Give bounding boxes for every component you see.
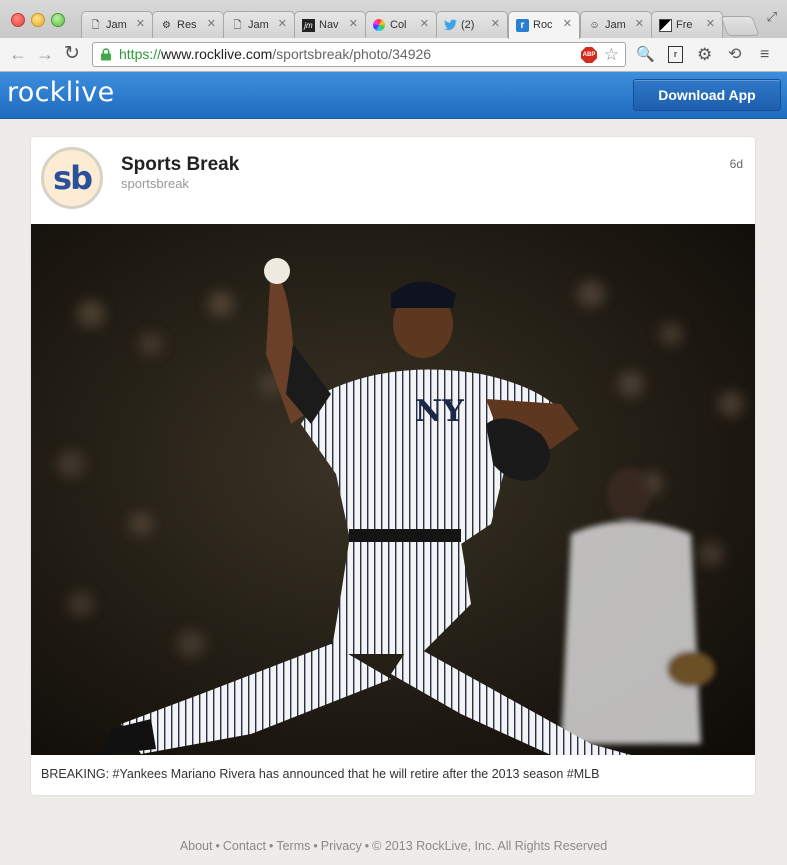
site-header: rocklive Download App: [0, 72, 787, 119]
tab-close-icon[interactable]: ✕: [278, 18, 287, 31]
browser-toolbar: ← → ↻ https://www.rocklive.com/sportsbre…: [0, 38, 787, 72]
browser-tab-active[interactable]: r Roc ✕: [508, 11, 580, 39]
rocklive-logo[interactable]: rocklive: [7, 77, 115, 108]
adblock-icon[interactable]: ABP: [581, 47, 597, 63]
browser-tab[interactable]: Col ✕: [365, 11, 437, 38]
tab-close-icon[interactable]: ✕: [635, 18, 644, 31]
footer-link-terms[interactable]: Terms: [276, 839, 310, 853]
zoom-window-button[interactable]: [51, 13, 65, 27]
twitter-bird-icon: [444, 19, 457, 32]
extension-film-icon[interactable]: r: [668, 46, 683, 63]
gear-icon: ⚙: [162, 20, 171, 31]
reload-icon[interactable]: ↻: [64, 44, 80, 63]
contrast-icon: [659, 19, 672, 32]
footer-link-contact[interactable]: Contact: [223, 839, 266, 853]
post-card: sb Sports Break sportsbreak 6d NY BREAKI…: [31, 137, 755, 795]
avatar[interactable]: sb: [41, 147, 103, 209]
browser-tab[interactable]: 🗋 Jam ✕: [223, 11, 295, 38]
browser-tab[interactable]: Fre ✕: [651, 11, 723, 38]
browser-tab[interactable]: ⚙ Res ✕: [152, 11, 224, 38]
poster-name[interactable]: Sports Break: [121, 154, 239, 176]
jm-icon: jm: [302, 19, 315, 32]
post-caption: BREAKING: #Yankees Mariano Rivera has an…: [41, 767, 600, 781]
tab-close-icon[interactable]: ✕: [207, 18, 216, 31]
page-icon: 🗋: [91, 20, 100, 31]
footer: About • Contact • Terms • Privacy • © 2013 RockL…: [179, 839, 608, 853]
sync-icon[interactable]: ⟲: [728, 46, 741, 63]
browser-tab[interactable]: (2) ✕: [436, 11, 508, 38]
close-window-button[interactable]: [11, 13, 25, 27]
browser-tab[interactable]: jm Nav ✕: [294, 11, 366, 38]
footer-link-privacy[interactable]: Privacy: [321, 839, 362, 853]
footer-copyright: © 2013 RockLive, Inc. All Rights Reserve…: [372, 839, 608, 853]
footer-link-about[interactable]: About: [180, 839, 213, 853]
tab-close-icon[interactable]: ✕: [563, 18, 572, 31]
tab-close-icon[interactable]: ✕: [706, 18, 715, 31]
lock-icon: [101, 48, 111, 61]
tab-close-icon[interactable]: ✕: [491, 18, 500, 31]
browser-tab[interactable]: ☺ Jam ✕: [580, 11, 652, 38]
post-photo[interactable]: NY: [31, 224, 755, 755]
rocklive-icon: r: [516, 19, 529, 32]
svg-text:NY: NY: [415, 394, 464, 429]
address-bar[interactable]: https://www.rocklive.com/sportsbreak/pho…: [92, 42, 626, 67]
download-app-button[interactable]: Download App: [633, 79, 781, 111]
forward-arrow-icon[interactable]: →: [36, 45, 54, 63]
smiley-icon: ☺: [589, 20, 600, 31]
back-arrow-icon[interactable]: ←: [9, 45, 27, 63]
fullscreen-icon[interactable]: ⤢: [767, 9, 777, 25]
tab-close-icon[interactable]: ✕: [420, 18, 429, 31]
tab-close-icon[interactable]: ✕: [136, 18, 145, 31]
browser-tab[interactable]: 🗋 Jam ✕: [81, 11, 153, 38]
tab-close-icon[interactable]: ✕: [349, 18, 358, 31]
new-tab-button[interactable]: [720, 16, 760, 36]
bookmark-star-icon[interactable]: ☆: [604, 43, 619, 66]
color-wheel-icon: [373, 19, 385, 31]
address-url: https://www.rocklive.com/sportsbreak/pho…: [119, 46, 432, 62]
poster-handle[interactable]: sportsbreak: [121, 176, 189, 191]
extension-icon[interactable]: 🔍: [636, 46, 655, 63]
minimize-window-button[interactable]: [31, 13, 45, 27]
avatar-text: sb: [53, 159, 93, 197]
post-age: 6d: [729, 157, 743, 171]
page-icon: 🗋: [233, 20, 242, 31]
browser-titlebar: 🗋 Jam ✕ ⚙ Res ✕ 🗋 Jam ✕ jm Nav ✕ Col ✕ (…: [0, 0, 787, 39]
menu-icon[interactable]: ≡: [760, 46, 769, 63]
gear-icon[interactable]: ⚙: [697, 46, 712, 63]
